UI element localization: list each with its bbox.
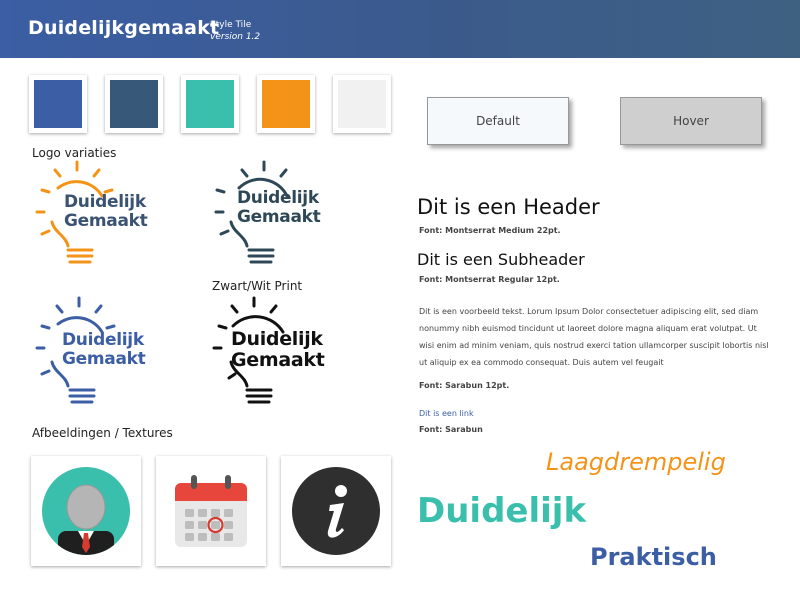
link-font-note: Font: Sarabun <box>419 425 483 434</box>
typography-header: Dit is een Header <box>417 195 600 219</box>
bw-print-label: Zwart/Wit Print <box>212 279 303 293</box>
body-text: Dit is een voorbeeld tekst. Lorum Ipsum … <box>419 307 769 367</box>
info-icon <box>292 467 380 555</box>
typography-subheader: Dit is een Subheader <box>417 250 585 269</box>
color-swatch-blue <box>29 75 87 133</box>
color-swatch-teal <box>181 75 239 133</box>
body-font-note: Font: Sarabun 12pt. <box>419 381 510 390</box>
hover-button[interactable]: Hover <box>620 97 762 145</box>
logo-black: Duidelijk Gemaakt <box>207 296 337 406</box>
logo-text-line1: Duidelijk <box>62 330 144 350</box>
brand-title: Duidelijkgemaakt <box>28 17 220 39</box>
logo-text-line1: Duidelijk <box>64 192 146 212</box>
image-tile-avatar <box>31 456 141 566</box>
color-swatch-light-gray <box>333 75 391 133</box>
header-font-note: Font: Montserrat Medium 22pt. <box>419 226 561 235</box>
images-section-label: Afbeeldingen / Textures <box>32 426 173 440</box>
header-bar: Duidelijkgemaakt Style Tile version 1.2 <box>0 0 800 58</box>
keyword-praktisch: Praktisch <box>590 543 717 571</box>
style-tile-label: Style Tile <box>210 20 252 30</box>
logo-section-label: Logo variaties <box>32 146 117 160</box>
keyword-duidelijk: Duidelijk <box>417 491 587 531</box>
logo-text-line2: Gemaakt <box>64 211 148 231</box>
calendar-icon <box>175 475 247 547</box>
image-tile-calendar <box>156 456 266 566</box>
logo-text-line2: Gemaakt <box>231 349 325 371</box>
logo-blue: Duidelijk Gemaakt <box>30 296 160 406</box>
subheader-font-note: Font: Montserrat Regular 12pt. <box>419 275 560 284</box>
logo-orange: Duidelijk Gemaakt <box>30 160 160 270</box>
keyword-laagdrempelig: Laagdrempelig <box>546 448 726 476</box>
default-button[interactable]: Default <box>427 97 569 145</box>
logo-text-line2: Gemaakt <box>237 207 321 227</box>
sample-link[interactable]: Dit is een link <box>419 409 474 418</box>
logo-text-line1: Duidelijk <box>231 328 323 350</box>
logo-text-line2: Gemaakt <box>62 349 146 369</box>
color-swatch-orange <box>257 75 315 133</box>
logo-dark: Duidelijk Gemaakt <box>207 160 337 270</box>
image-tile-info <box>281 456 391 566</box>
color-swatch-slate <box>105 75 163 133</box>
logo-text-line1: Duidelijk <box>237 188 319 208</box>
user-avatar-icon <box>42 467 130 555</box>
version-label: version 1.2 <box>210 32 261 42</box>
